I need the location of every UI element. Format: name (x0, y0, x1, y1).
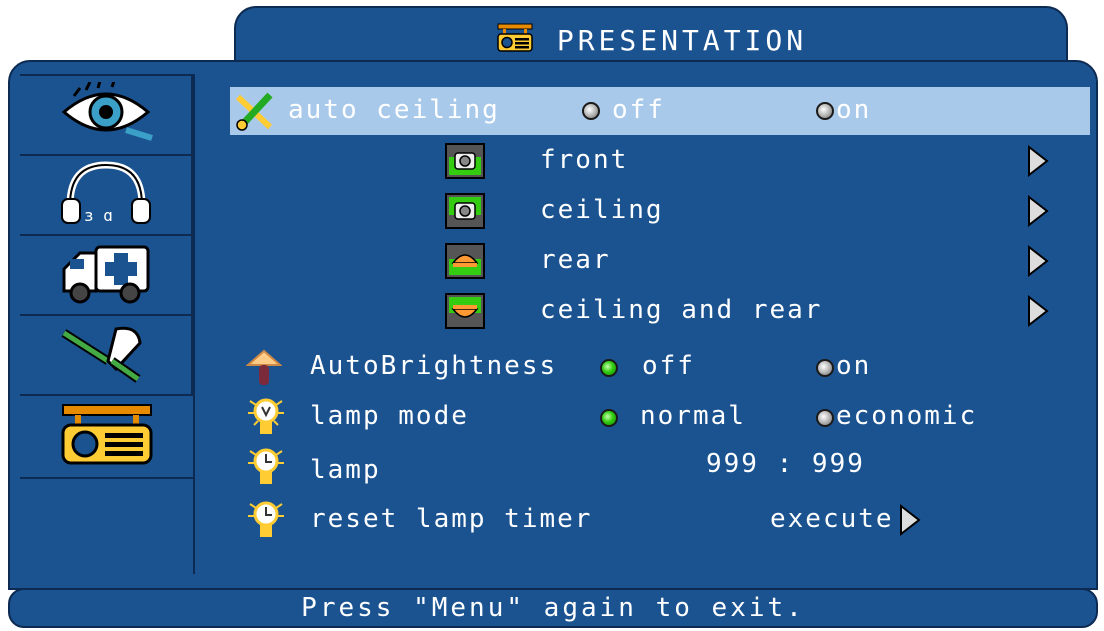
execute-label[interactable]: execute (770, 504, 894, 534)
ambulance-icon (56, 241, 156, 309)
mount-option-ceiling[interactable]: ceiling (230, 187, 1090, 235)
mount-option-label: ceiling (540, 195, 664, 225)
tab-settings[interactable] (20, 234, 193, 314)
mount-option-label: ceiling and rear (540, 295, 823, 325)
category-sidebar: ɜ ɑ (20, 74, 193, 479)
tab-picture[interactable] (20, 74, 193, 154)
tab-presentation[interactable] (20, 394, 193, 479)
lamp-mode-economic-radio[interactable] (816, 409, 834, 427)
auto-ceiling-on-radio[interactable] (816, 102, 834, 120)
mount-option-label: front (540, 145, 629, 175)
tab-audio[interactable]: ɜ ɑ (20, 154, 193, 234)
lamp-label: lamp (310, 455, 381, 485)
reset-lamp-timer-label: reset lamp timer (310, 504, 593, 534)
rear-mount-icon (445, 243, 485, 279)
projector-icon (495, 23, 535, 57)
auto-brightness-on-radio[interactable] (816, 359, 834, 377)
auto-ceiling-label: auto ceiling (288, 95, 500, 125)
reset-lamp-timer-row[interactable]: reset lamp timer execute (230, 496, 1090, 544)
chevron-right-icon[interactable] (1026, 144, 1050, 184)
lightbulb-icon (248, 395, 284, 444)
headphones-icon: ɜ ɑ (56, 161, 156, 229)
lamp-mode-economic-label: economic (836, 401, 978, 431)
lamp-hours-row: lamp 999 : 999 (230, 443, 1090, 491)
ceiling-rear-mount-icon (445, 293, 485, 329)
lamp-mode-normal-radio[interactable] (600, 409, 618, 427)
auto-brightness-off-radio[interactable] (600, 359, 618, 377)
lamp-timer-icon (248, 445, 284, 494)
chevron-right-icon[interactable] (898, 503, 922, 543)
mount-option-ceiling-and-rear[interactable]: ceiling and rear (230, 287, 1090, 335)
lamp-mode-normal-label: normal (640, 401, 746, 431)
lamp-shade-icon (245, 347, 283, 394)
sidebar-divider (193, 74, 195, 574)
auto-ceiling-row[interactable]: auto ceiling off on (230, 87, 1090, 135)
lamp-mode-row[interactable]: lamp mode normal economic (230, 393, 1090, 441)
auto-brightness-off-label: off (642, 351, 695, 381)
lamp-timer-icon (248, 498, 284, 547)
svg-text:ɜ ɑ: ɜ ɑ (84, 206, 113, 225)
ceiling-mount-icon (445, 193, 485, 229)
mount-option-rear[interactable]: rear (230, 237, 1090, 285)
tools-icon (56, 321, 156, 389)
mount-option-front[interactable]: front (230, 137, 1090, 185)
auto-ceiling-off-radio[interactable] (582, 102, 600, 120)
mount-option-label: rear (540, 245, 611, 275)
chevron-right-icon[interactable] (1026, 244, 1050, 284)
front-mount-icon (445, 143, 485, 179)
auto-brightness-row[interactable]: AutoBrightness off on (230, 343, 1090, 391)
auto-brightness-on-label: on (836, 351, 872, 381)
projector-icon (57, 403, 157, 471)
status-bar: Press "Menu" again to exit. (8, 588, 1098, 628)
auto-brightness-label: AutoBrightness (310, 351, 558, 381)
tab-tools[interactable] (20, 314, 193, 394)
status-text: Press "Menu" again to exit. (301, 593, 805, 623)
lamp-hours-value: 999 : 999 (706, 449, 865, 479)
lamp-mode-label: lamp mode (310, 401, 469, 431)
wrench-icon (234, 91, 276, 138)
page-title: PRESENTATION (556, 23, 808, 57)
auto-ceiling-off-label: off (612, 95, 665, 125)
chevron-right-icon[interactable] (1026, 294, 1050, 334)
chevron-right-icon[interactable] (1026, 194, 1050, 234)
auto-ceiling-on-label: on (836, 95, 872, 125)
eye-icon (56, 80, 156, 148)
